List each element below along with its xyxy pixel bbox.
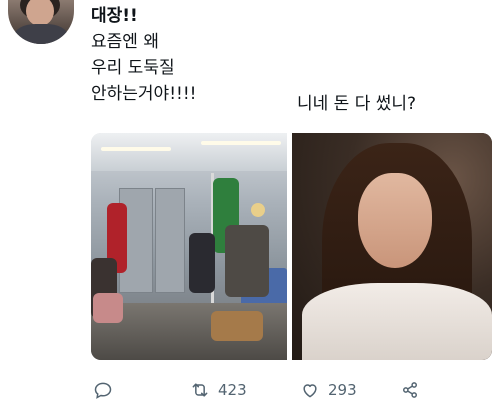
heart-icon [303, 384, 317, 398]
subway-ceiling [91, 133, 287, 171]
subway-door [155, 188, 185, 293]
tweet-line-3: 우리 도둑질 [91, 58, 175, 78]
ceiling-light [201, 141, 281, 145]
share-button[interactable] [400, 380, 420, 400]
tweet-actions: 423 293 [0, 380, 500, 406]
avatar-face [26, 0, 54, 26]
like-button[interactable]: 293 [300, 380, 357, 400]
bag-on-floor [211, 311, 263, 341]
avatar-body [14, 24, 68, 44]
like-count: 293 [328, 381, 357, 399]
person-blonde [225, 225, 269, 297]
tweet-line-4: 안하는거야!!!! [91, 84, 197, 104]
portrait-image[interactable] [292, 133, 492, 360]
blonde-hair [251, 203, 265, 217]
reply-button[interactable] [93, 380, 113, 400]
tweet-text: 대장!! 요즘엔 왜 우리 도둑질 안하는거야!!!! [91, 3, 196, 107]
portrait-shirt [302, 283, 492, 360]
portrait-face [358, 173, 432, 268]
retweet-icon [192, 383, 208, 397]
reply-icon [94, 382, 112, 399]
avatar[interactable] [8, 0, 74, 44]
share-icon [403, 382, 417, 398]
tweet-line-1: 대장!! [91, 6, 138, 26]
tweet-line-2: 요즘엔 왜 [91, 32, 159, 52]
person-dark [189, 233, 215, 293]
retweet-button[interactable]: 423 [190, 380, 247, 400]
subway-image[interactable] [91, 133, 287, 360]
reply-caption: 니네 돈 다 썼니? [297, 94, 417, 114]
ceiling-light [101, 147, 171, 151]
handbag [93, 293, 123, 323]
retweet-count: 423 [218, 381, 247, 399]
